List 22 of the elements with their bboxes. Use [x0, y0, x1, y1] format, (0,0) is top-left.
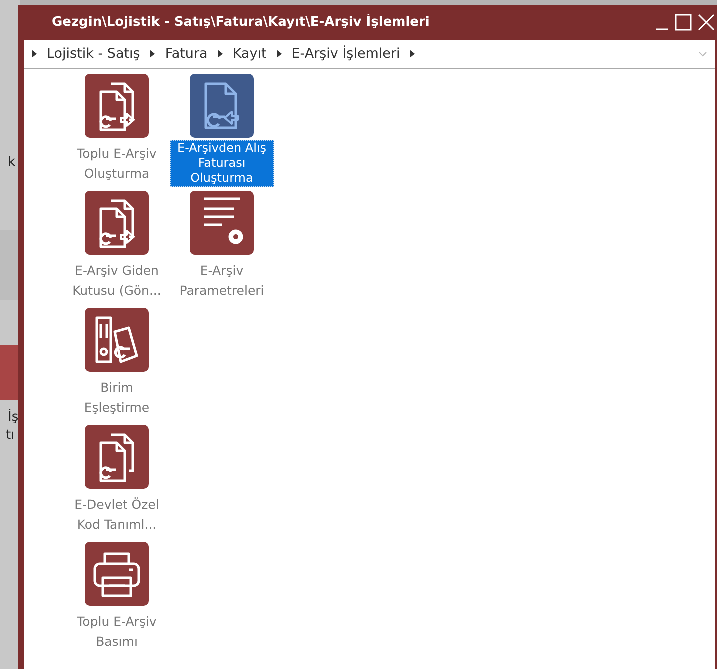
arrow-right-icon — [218, 50, 223, 58]
item-label[interactable]: E-Arşiv Parametreleri — [174, 261, 270, 301]
background-text: tı — [6, 428, 15, 443]
arrow-right-icon — [150, 50, 156, 58]
maximize-icon[interactable] — [675, 14, 692, 31]
breadcrumb-item[interactable]: Fatura — [165, 46, 208, 62]
item-label[interactable]: Birim Eşleştirme — [69, 378, 165, 418]
item-label[interactable]: Toplu E-Arşiv Oluşturma — [69, 144, 165, 184]
item-label[interactable]: Toplu E-Arşiv Basımı — [69, 612, 165, 652]
background-text: İş — [8, 410, 19, 425]
close-icon[interactable] — [698, 14, 715, 31]
item-label[interactable]: E-Arşiv Giden Kutusu (Gön... — [69, 261, 165, 301]
breadcrumb-item[interactable]: Kayıt — [232, 46, 267, 62]
background-text: k — [8, 155, 16, 170]
item-label[interactable]: E-Arşivden Alış Faturası Oluşturma — [170, 140, 274, 187]
item-label[interactable]: E-Devlet Özel Kod Tanıml... — [69, 495, 165, 535]
window-title: Gezgin\Lojistik - Satış\Fatura\Kayıt\E-Arşiv İşlemleri — [52, 15, 430, 30]
arrow-right-icon — [32, 50, 37, 58]
breadcrumb-item[interactable]: Lojistik - Satış — [47, 46, 140, 62]
breadcrumb-item[interactable]: E-Arşiv İşlemleri — [292, 46, 400, 62]
arrow-right-icon — [276, 50, 282, 58]
arrow-right-icon — [410, 50, 416, 58]
